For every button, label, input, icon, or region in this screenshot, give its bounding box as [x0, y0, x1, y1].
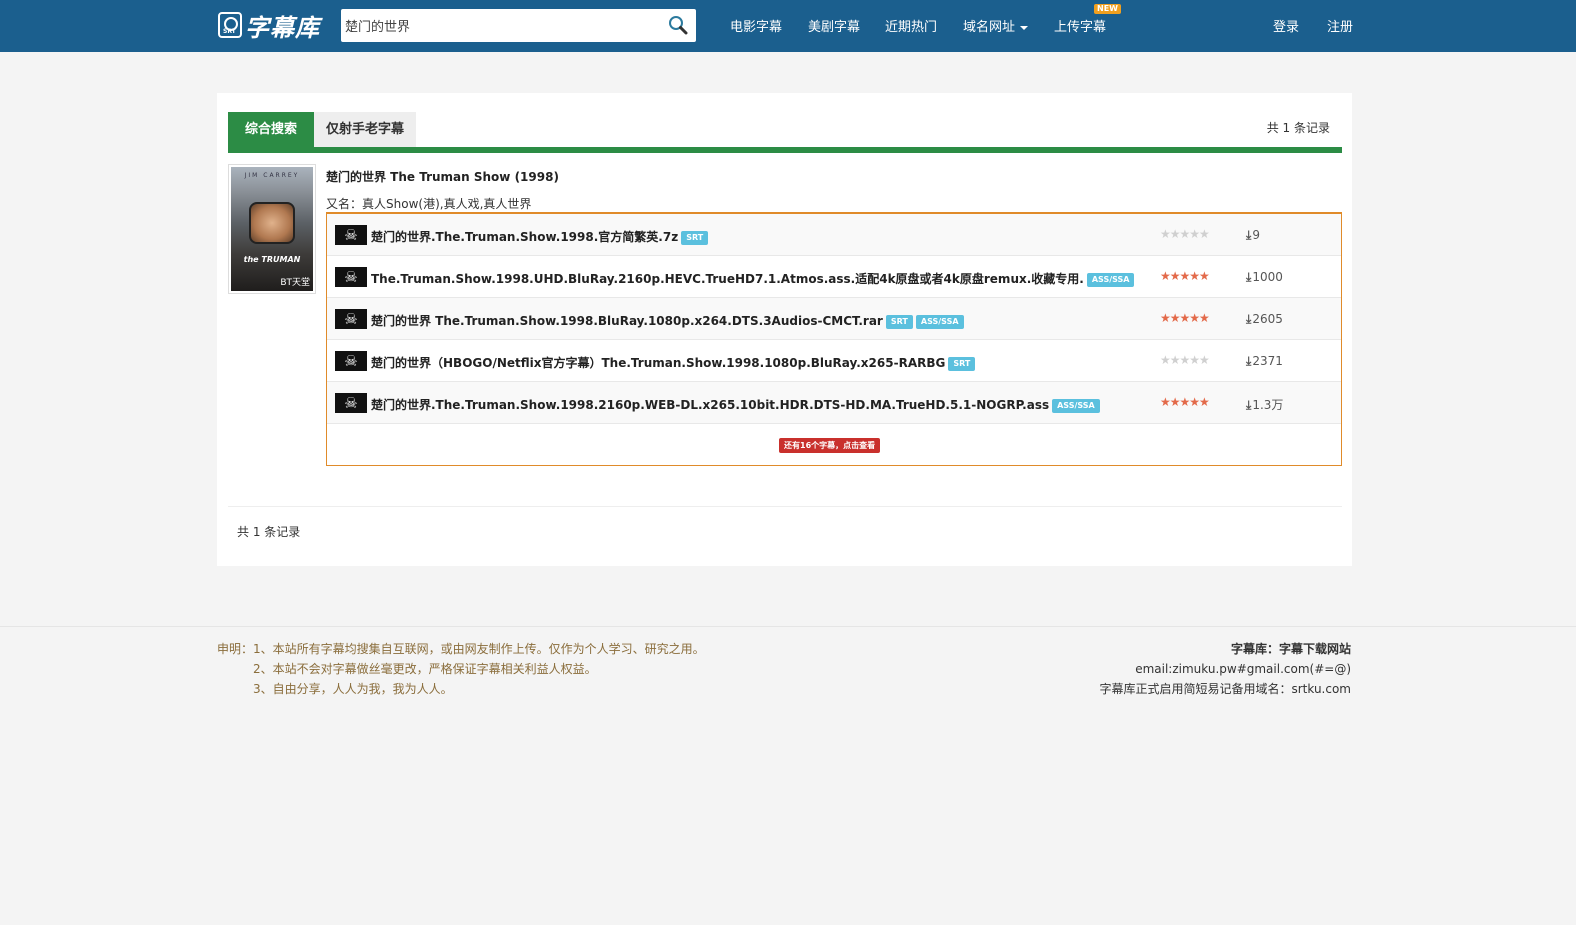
download-count: ⤓2605 [1246, 312, 1283, 327]
download-icon: ⤓ [1246, 398, 1252, 412]
skull-flag-icon: ☠ [335, 225, 367, 245]
chevron-down-icon [1020, 25, 1029, 30]
download-count-value: 2605 [1252, 312, 1283, 326]
skull-flag-icon: ☠ [335, 351, 367, 371]
rating-stars: ★★★★★ [1160, 311, 1210, 325]
download-icon: ⤓ [1246, 228, 1252, 242]
results-panel: 综合搜索 仅射手老字幕 共 1 条记录 JIM CARREY the TRUMA… [217, 93, 1352, 566]
subtitle-row[interactable]: ☠ 楚门的世界.The.Truman.Show.1998.2160p.WEB-D… [327, 382, 1341, 424]
top-navbar: 字幕库 电影字幕 美剧字幕 近期热门 域名网址 上传字幕 NEW 登录 注册 [0, 0, 1576, 52]
poster-watermark: BT天堂 [280, 278, 310, 288]
subtitle-link[interactable]: 楚门的世界.The.Truman.Show.1998.官方简繁英.7z SRT [371, 228, 709, 245]
register-link[interactable]: 注册 [1327, 16, 1353, 35]
subtitle-list: ☠ 楚门的世界.The.Truman.Show.1998.官方简繁英.7z SRT… [326, 212, 1342, 466]
subtitle-row[interactable]: ☠ 楚门的世界 The.Truman.Show.1998.BluRay.1080… [327, 298, 1341, 340]
tab-shooter-only[interactable]: 仅射手老字幕 [314, 112, 416, 147]
subtitle-link[interactable]: 楚门的世界.The.Truman.Show.1998.2160p.WEB-DL.… [371, 396, 1100, 413]
download-icon: ⤓ [1246, 354, 1252, 368]
subtitle-name: The.Truman.Show.1998.UHD.BluRay.2160p.HE… [371, 272, 1084, 286]
subtitle-row[interactable]: ☠ The.Truman.Show.1998.UHD.BluRay.2160p.… [327, 256, 1341, 298]
skull-flag-icon: ☠ [335, 309, 367, 329]
footer-email: email:zimuku.pw#gmail.com(#=@) [1135, 662, 1351, 676]
subtitle-name: 楚门的世界.The.Truman.Show.1998.2160p.WEB-DL.… [371, 398, 1050, 412]
tab-all-search[interactable]: 综合搜索 [228, 112, 314, 147]
logo-icon [218, 12, 242, 38]
record-count-top: 共 1 条记录 [1266, 121, 1330, 135]
rating-stars: ★★★★★ [1160, 353, 1210, 367]
footer-site-name: 字幕库：字幕下载网站 [1230, 642, 1351, 656]
nav-upload[interactable]: 上传字幕 [1054, 16, 1106, 35]
download-count-value: 1000 [1252, 270, 1283, 284]
site-logo[interactable]: 字幕库 [218, 9, 320, 42]
download-count: ⤓2371 [1246, 354, 1283, 369]
subtitle-name: 楚门的世界 The.Truman.Show.1998.BluRay.1080p.… [371, 314, 883, 328]
download-count: ⤓1000 [1246, 270, 1283, 285]
format-badge: ASS/SSA [1052, 398, 1100, 413]
subtitle-row[interactable]: ☠ 楚门的世界.The.Truman.Show.1998.官方简繁英.7z SRT… [327, 214, 1341, 256]
alias-label: 又名： [326, 197, 363, 211]
rating-stars: ★★★★★ [1160, 227, 1210, 241]
poster-image: JIM CARREY the TRUMAN BT天堂 [231, 167, 313, 291]
declaration-line: 2、本站不会对字幕做丝毫更改，严格保证字幕相关利益人权益。 [253, 662, 597, 676]
declaration-line: 3、自由分享，人人为我，我为人人。 [253, 682, 453, 696]
format-badge: SRT [885, 314, 913, 329]
subtitle-link[interactable]: 楚门的世界（HBOGO/Netflix官方字幕）The.Truman.Show.… [371, 354, 976, 371]
footer-declaration: 申明：1、本站所有字幕均搜集自互联网，或由网友制作上传。仅作为个人学习、研究之用… [217, 639, 705, 699]
record-count-bottom: 共 1 条记录 [237, 525, 301, 539]
poster-actor-text: JIM CARREY [244, 172, 300, 179]
search-icon[interactable] [668, 15, 688, 35]
footer-site-info: 字幕库：字幕下载网站 email:zimuku.pw#gmail.com(#=@… [1099, 639, 1351, 699]
rating-stars: ★★★★★ [1160, 395, 1210, 409]
movie-alias: 又名：真人Show(港),真人戏,真人世界 [326, 195, 531, 212]
download-count-value: 2371 [1252, 354, 1283, 368]
more-subtitles-button[interactable]: 还有16个字幕，点击查看 [779, 438, 881, 453]
poster-title-text: the TRUMAN [243, 255, 301, 264]
rating-stars: ★★★★★ [1160, 269, 1210, 283]
download-icon: ⤓ [1246, 270, 1252, 284]
movie-poster[interactable]: JIM CARREY the TRUMAN BT天堂 [228, 164, 316, 294]
nav-trending[interactable]: 近期热门 [885, 16, 937, 35]
movie-title[interactable]: 楚门的世界 The Truman Show (1998) [326, 168, 559, 185]
declaration-line: 申明：1、本站所有字幕均搜集自互联网，或由网友制作上传。仅作为个人学习、研究之用… [217, 642, 705, 656]
alias-value: 真人Show(港),真人戏,真人世界 [362, 197, 532, 211]
download-count-value: 9 [1252, 228, 1260, 242]
format-badge: ASS/SSA [915, 314, 964, 329]
download-count: ⤓9 [1246, 228, 1260, 243]
search-box [341, 9, 696, 42]
tabs-underline [228, 147, 1342, 153]
logo-text: 字幕库 [245, 13, 320, 42]
subtitle-name: 楚门的世界（HBOGO/Netflix官方字幕）The.Truman.Show.… [371, 356, 946, 370]
nav-movie-subs[interactable]: 电影字幕 [730, 16, 782, 35]
skull-flag-icon: ☠ [335, 267, 367, 287]
download-count-value: 1.3万 [1252, 398, 1284, 412]
skull-flag-icon: ☠ [335, 393, 367, 413]
footer-domain-note: 字幕库正式启用简短易记备用域名：srtku.com [1099, 682, 1351, 696]
download-icon: ⤓ [1246, 312, 1252, 326]
subtitle-name: 楚门的世界.The.Truman.Show.1998.官方简繁英.7z [371, 230, 679, 244]
subtitle-link[interactable]: The.Truman.Show.1998.UHD.BluRay.2160p.HE… [371, 270, 1135, 287]
search-input[interactable] [345, 9, 655, 42]
login-link[interactable]: 登录 [1273, 16, 1299, 35]
format-badge: SRT [681, 230, 709, 245]
nav-tv-subs[interactable]: 美剧字幕 [808, 16, 860, 35]
poster-face [249, 202, 295, 244]
subtitle-row[interactable]: ☠ 楚门的世界（HBOGO/Netflix官方字幕）The.Truman.Sho… [327, 340, 1341, 382]
format-badge: ASS/SSA [1086, 272, 1135, 287]
subtitle-link[interactable]: 楚门的世界 The.Truman.Show.1998.BluRay.1080p.… [371, 312, 964, 329]
format-badge: SRT [948, 356, 976, 371]
footer-divider [0, 626, 1576, 627]
divider [228, 506, 1342, 507]
download-count: ⤓1.3万 [1246, 396, 1283, 413]
nav-domains-label: 域名网址 [963, 20, 1016, 35]
nav-domains-dropdown[interactable]: 域名网址 [963, 16, 1029, 35]
new-badge: NEW [1094, 4, 1121, 14]
